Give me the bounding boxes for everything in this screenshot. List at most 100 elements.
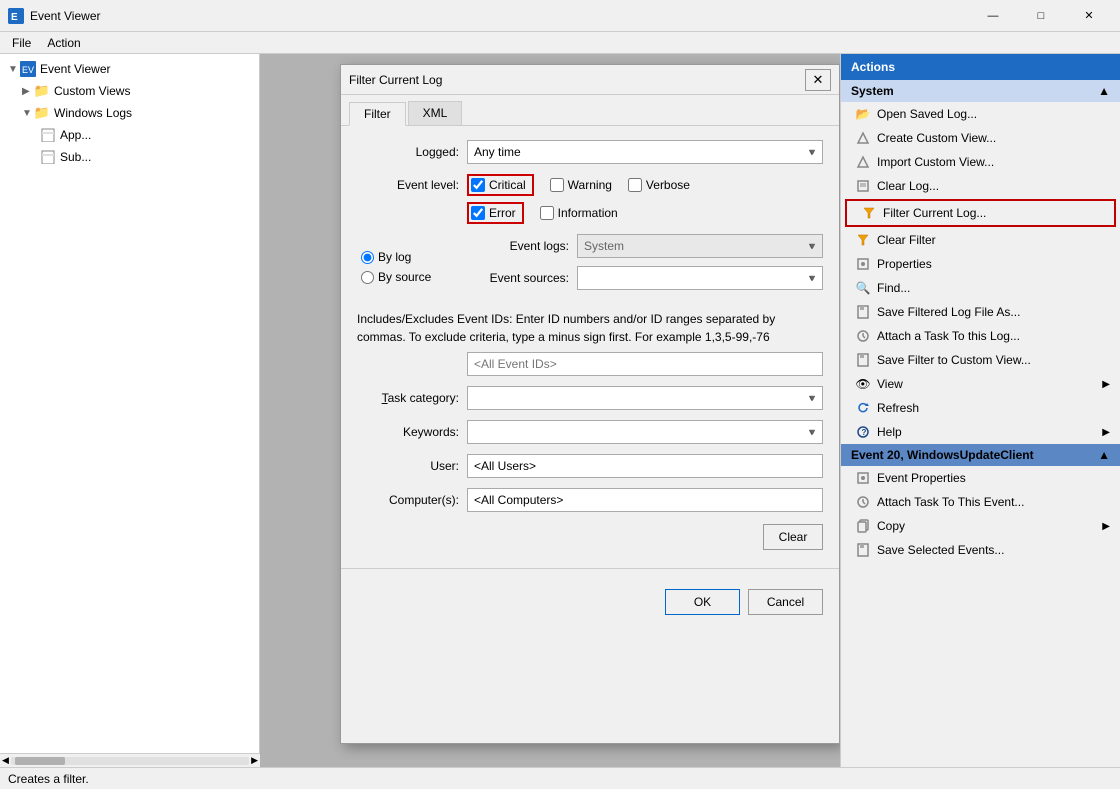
- radio-bylog[interactable]: By log: [361, 250, 467, 264]
- warning-checkbox[interactable]: [550, 178, 564, 192]
- minimize-button[interactable]: —: [970, 0, 1016, 32]
- action-create-custom-view[interactable]: Create Custom View...: [841, 126, 1120, 150]
- action-open-saved-log[interactable]: 📂 Open Saved Log...: [841, 102, 1120, 126]
- action-clear-filter[interactable]: Clear Filter: [841, 228, 1120, 252]
- action-properties-label: Properties: [877, 257, 932, 271]
- action-filter-current-log[interactable]: Filter Current Log...: [845, 199, 1116, 227]
- event-level-checkboxes: Critical Warning Verbose: [467, 174, 823, 196]
- import-icon: [855, 154, 871, 170]
- clear-filter-icon: [855, 232, 871, 248]
- main-layout: ▼ EV Event Viewer ▶ 📁 Custom Views ▼ 📁 W…: [0, 54, 1120, 767]
- action-clear-log[interactable]: Clear Log...: [841, 174, 1120, 198]
- logged-dropdown-wrapper[interactable]: Any time: [467, 140, 823, 164]
- dialog-close-button[interactable]: ✕: [805, 69, 831, 91]
- close-button[interactable]: ✕: [1066, 0, 1112, 32]
- action-find[interactable]: 🔍 Find...: [841, 276, 1120, 300]
- event-sources-dropdown[interactable]: [577, 266, 823, 290]
- logged-dropdown[interactable]: Any time: [467, 140, 823, 164]
- user-row: User:: [357, 454, 823, 478]
- horizontal-scrollbar[interactable]: ◀ ▶: [0, 753, 260, 767]
- warning-checkbox-label[interactable]: Warning: [550, 178, 612, 192]
- titlebar: E Event Viewer — □ ✕: [0, 0, 1120, 32]
- actions-panel: Actions System ▲ 📂 Open Saved Log... Cre…: [840, 54, 1120, 767]
- error-checkbox[interactable]: [471, 206, 485, 220]
- windowslogs-icon: 📁: [34, 105, 50, 121]
- clear-button[interactable]: Clear: [763, 524, 823, 550]
- filter-dialog: Filter Current Log ✕ Filter XML Logged:: [340, 64, 840, 744]
- action-save-filtered-log[interactable]: Save Filtered Log File As...: [841, 300, 1120, 324]
- log-source-row: By log By source Event logs:: [357, 234, 823, 300]
- sidebar-label-eventviewer: Event Viewer: [40, 62, 110, 76]
- actions-header: Actions: [841, 54, 1120, 80]
- task-category-dropdown[interactable]: [467, 386, 823, 410]
- sub-page-icon: [40, 149, 56, 165]
- sidebar-label-windowslogs: Windows Logs: [54, 106, 132, 120]
- sidebar-item-sub[interactable]: Sub...: [0, 146, 259, 168]
- task-category-row: Task category:: [357, 386, 823, 410]
- action-properties[interactable]: Properties: [841, 252, 1120, 276]
- event-ids-row: [357, 352, 823, 376]
- critical-checkbox-label[interactable]: Critical: [471, 178, 526, 192]
- status-text: Creates a filter.: [8, 772, 89, 786]
- action-help[interactable]: ? Help ▶: [841, 420, 1120, 444]
- event-section-header[interactable]: Event 20, WindowsUpdateClient ▲: [841, 444, 1120, 466]
- find-icon: 🔍: [855, 280, 871, 296]
- sidebar-item-windowslogs[interactable]: ▼ 📁 Windows Logs: [0, 102, 259, 124]
- event-logs-row: Event logs: System: [467, 234, 823, 258]
- menu-file[interactable]: File: [4, 34, 39, 52]
- information-checkbox-label[interactable]: Information: [540, 206, 618, 220]
- sidebar-item-eventviewer[interactable]: ▼ EV Event Viewer: [0, 58, 259, 80]
- system-section-header[interactable]: System ▲: [841, 80, 1120, 102]
- action-copy[interactable]: Copy ▶: [841, 514, 1120, 538]
- action-save-filter-custom-view[interactable]: Save Filter to Custom View...: [841, 348, 1120, 372]
- keywords-dropdown-wrapper[interactable]: [467, 420, 823, 444]
- action-event-properties[interactable]: Event Properties: [841, 466, 1120, 490]
- information-checkbox[interactable]: [540, 206, 554, 220]
- keywords-row: Keywords:: [357, 420, 823, 444]
- clear-row: Clear: [357, 524, 823, 550]
- dialog-content: Logged: Any time Event level:: [341, 126, 839, 564]
- user-input[interactable]: [467, 454, 823, 478]
- verbose-checkbox[interactable]: [628, 178, 642, 192]
- critical-checkbox[interactable]: [471, 178, 485, 192]
- warning-label: Warning: [568, 178, 612, 192]
- keywords-dropdown[interactable]: [467, 420, 823, 444]
- action-attach-task[interactable]: Attach a Task To this Log...: [841, 324, 1120, 348]
- action-refresh[interactable]: Refresh: [841, 396, 1120, 420]
- error-checkbox-label[interactable]: Error: [471, 206, 516, 220]
- task-category-dropdown-wrapper[interactable]: [467, 386, 823, 410]
- action-save-selected-events[interactable]: Save Selected Events...: [841, 538, 1120, 562]
- sidebar-item-customviews[interactable]: ▶ 📁 Custom Views: [0, 80, 259, 102]
- ok-button[interactable]: OK: [665, 589, 740, 615]
- radio-bysource-input[interactable]: [361, 271, 374, 284]
- tab-filter[interactable]: Filter: [349, 102, 406, 126]
- event-sources-dropdown-wrapper[interactable]: [577, 266, 823, 290]
- event-sources-label: Event sources:: [467, 271, 577, 285]
- system-section-label: System: [851, 84, 894, 98]
- action-attach-task-event[interactable]: Attach Task To This Event...: [841, 490, 1120, 514]
- event-logs-value: System: [584, 239, 624, 253]
- event-sources-row: Event sources:: [467, 266, 823, 290]
- action-import-custom-view-label: Import Custom View...: [877, 155, 994, 169]
- cancel-button[interactable]: Cancel: [748, 589, 823, 615]
- action-import-custom-view[interactable]: Import Custom View...: [841, 150, 1120, 174]
- help-icon: ?: [855, 424, 871, 440]
- tab-xml[interactable]: XML: [408, 101, 463, 125]
- event-logs-dropdown-wrapper[interactable]: System: [577, 234, 823, 258]
- event-ids-input[interactable]: [467, 352, 823, 376]
- radio-bysource[interactable]: By source: [361, 270, 467, 284]
- radio-bylog-input[interactable]: [361, 251, 374, 264]
- critical-checkbox-group: Critical: [467, 174, 534, 196]
- sidebar-item-app[interactable]: App...: [0, 124, 259, 146]
- maximize-button[interactable]: □: [1018, 0, 1064, 32]
- action-find-label: Find...: [877, 281, 910, 295]
- action-view[interactable]: 👁 View ▶: [841, 372, 1120, 396]
- window-controls: — □ ✕: [970, 0, 1112, 32]
- menu-action[interactable]: Action: [39, 34, 88, 52]
- verbose-checkbox-label[interactable]: Verbose: [628, 178, 690, 192]
- computer-input[interactable]: [467, 488, 823, 512]
- action-event-properties-label: Event Properties: [877, 471, 966, 485]
- dialog-footer: OK Cancel: [341, 579, 839, 625]
- copy-arrow: ▶: [1102, 521, 1110, 532]
- event-logs-dropdown[interactable]: System: [577, 234, 823, 258]
